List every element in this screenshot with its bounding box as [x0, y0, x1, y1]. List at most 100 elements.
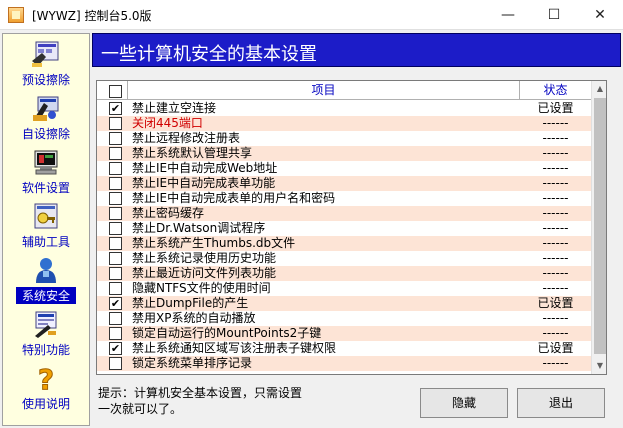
close-button[interactable]: ✕: [577, 0, 623, 30]
row-status: 已设置: [537, 296, 574, 310]
column-header-status[interactable]: 状态: [520, 81, 591, 100]
sidebar-item-special-functions[interactable]: 特别功能: [3, 307, 89, 361]
exit-button[interactable]: 退出: [517, 388, 605, 418]
sidebar-item-system-security[interactable]: 系统安全: [3, 253, 89, 307]
maximize-button[interactable]: ☐: [531, 0, 577, 30]
row-label: 禁止IE中自动完成表单功能: [132, 176, 276, 190]
row-checkbox[interactable]: [109, 117, 122, 130]
row-status: ------: [542, 356, 569, 370]
app-icon: [8, 7, 24, 23]
row-status: ------: [542, 236, 569, 250]
sidebar-item-label: 自设擦除: [21, 127, 70, 141]
row-status: ------: [542, 176, 569, 190]
scroll-up-arrow-icon[interactable]: ▲: [592, 81, 606, 97]
row-status: ------: [542, 191, 569, 205]
table-header: 项目 状态: [97, 81, 591, 100]
row-status: ------: [542, 311, 569, 325]
table-row[interactable]: 禁止系统记录使用历史功能 ------: [97, 251, 591, 266]
table-row[interactable]: 禁止Dr.Watson调试程序 ------: [97, 221, 591, 236]
hint-line: 提示：计算机安全基本设置，只需设置: [98, 386, 303, 400]
scroll-down-arrow-icon[interactable]: ▼: [592, 358, 606, 374]
hint-line: 一次就可以了。: [98, 402, 183, 416]
table-row[interactable]: 隐藏NTFS文件的使用时间 ------: [97, 281, 591, 296]
page-banner: 一些计算机安全的基本设置: [92, 33, 621, 67]
row-label: 锁定自动运行的MountPoints2子键: [132, 326, 322, 340]
row-checkbox[interactable]: ✔: [109, 297, 122, 310]
row-status: 已设置: [537, 341, 574, 355]
preset-erase-icon: [32, 41, 59, 67]
row-checkbox[interactable]: [109, 252, 122, 265]
row-status: ------: [542, 161, 569, 175]
row-status: ------: [542, 221, 569, 235]
sidebar-item-custom-erase[interactable]: 自设擦除: [3, 91, 89, 145]
minimize-button[interactable]: —: [485, 0, 531, 30]
sidebar-item-label: 系统安全: [16, 287, 76, 304]
table-row[interactable]: ✔ 禁止建立空连接 已设置: [97, 101, 591, 116]
table-row[interactable]: 禁止系统产生Thumbs.db文件 ------: [97, 236, 591, 251]
row-label: 关闭445端口: [132, 116, 203, 130]
row-status: ------: [542, 116, 569, 130]
row-label: 禁止密码缓存: [132, 206, 205, 220]
row-label: 禁止系统产生Thumbs.db文件: [132, 236, 296, 250]
row-label: 禁止系统默认管理共享: [132, 146, 253, 160]
row-checkbox[interactable]: [109, 357, 122, 370]
row-checkbox[interactable]: [109, 147, 122, 160]
special-functions-icon: [35, 311, 57, 338]
table-row[interactable]: 禁止最近访问文件列表功能 ------: [97, 266, 591, 281]
row-status: ------: [542, 326, 569, 340]
row-status: ------: [542, 131, 569, 145]
table-row[interactable]: ✔ 禁止DumpFile的产生 已设置: [97, 296, 591, 311]
sidebar-item-help[interactable]: ? 使用说明: [3, 361, 89, 415]
window-title: [WYWZ] 控制台5.0版: [32, 9, 152, 23]
table-row[interactable]: 禁止IE中自动完成Web地址 ------: [97, 161, 591, 176]
row-checkbox[interactable]: [109, 162, 122, 175]
row-checkbox[interactable]: [109, 267, 122, 280]
hide-button[interactable]: 隐藏: [420, 388, 508, 418]
sidebar: 预设擦除 自设擦除 软件设置 辅助工具 系统安全 特别功能 ? 使用说明: [2, 33, 90, 426]
row-status: ------: [542, 146, 569, 160]
table-row[interactable]: 禁止远程修改注册表 ------: [97, 131, 591, 146]
row-label: 锁定系统菜单排序记录: [132, 356, 253, 370]
table-row[interactable]: 禁用XP系统的自动播放 ------: [97, 311, 591, 326]
row-checkbox[interactable]: [109, 222, 122, 235]
row-checkbox[interactable]: [109, 192, 122, 205]
row-label: 禁止DumpFile的产生: [132, 296, 249, 310]
system-security-icon: [36, 258, 56, 283]
row-checkbox[interactable]: [109, 207, 122, 220]
table-row[interactable]: 禁止系统默认管理共享 ------: [97, 146, 591, 161]
row-label: 隐藏NTFS文件的使用时间: [132, 281, 271, 295]
help-icon: ?: [37, 363, 54, 393]
sidebar-item-software-settings[interactable]: 软件设置: [3, 145, 89, 199]
row-checkbox[interactable]: [109, 282, 122, 295]
row-checkbox[interactable]: [109, 237, 122, 250]
table-row[interactable]: 禁止IE中自动完成表单功能 ------: [97, 176, 591, 191]
table-row[interactable]: 关闭445端口 ------: [97, 116, 591, 131]
table-row[interactable]: 禁止密码缓存 ------: [97, 206, 591, 221]
select-all-checkbox[interactable]: [109, 85, 122, 98]
row-status: ------: [542, 251, 569, 265]
sidebar-item-preset-erase[interactable]: 预设擦除: [3, 37, 89, 91]
row-status: ------: [542, 266, 569, 280]
row-checkbox[interactable]: [109, 312, 122, 325]
sidebar-item-label: 软件设置: [21, 181, 70, 195]
scrollbar-thumb[interactable]: [594, 98, 606, 354]
row-checkbox[interactable]: ✔: [109, 342, 122, 355]
page-title: 一些计算机安全的基本设置: [101, 44, 317, 65]
row-label: 禁止最近访问文件列表功能: [132, 266, 277, 280]
row-status: ------: [542, 206, 569, 220]
table-row[interactable]: 锁定系统菜单排序记录 ------: [97, 356, 591, 371]
table-row[interactable]: 禁止IE中自动完成表单的用户名和密码 ------: [97, 191, 591, 206]
column-header-item[interactable]: 项目: [127, 81, 520, 100]
vertical-scrollbar[interactable]: ▲ ▼: [591, 81, 606, 374]
row-checkbox[interactable]: [109, 327, 122, 340]
row-checkbox[interactable]: [109, 132, 122, 145]
software-settings-icon: [34, 150, 58, 175]
table-row[interactable]: 锁定自动运行的MountPoints2子键 ------: [97, 326, 591, 341]
row-checkbox[interactable]: ✔: [109, 102, 122, 115]
sidebar-item-tools[interactable]: 辅助工具: [3, 199, 89, 253]
sidebar-item-label: 特别功能: [21, 343, 70, 357]
table-row[interactable]: ✔ 禁止系统通知区域写该注册表子键权限 已设置: [97, 341, 591, 356]
row-checkbox[interactable]: [109, 177, 122, 190]
tools-icon: [34, 203, 58, 229]
table-body: ✔ 禁止建立空连接 已设置 关闭445端口 ------ 禁止远程修改注册表 ------ 禁…: [97, 101, 591, 371]
